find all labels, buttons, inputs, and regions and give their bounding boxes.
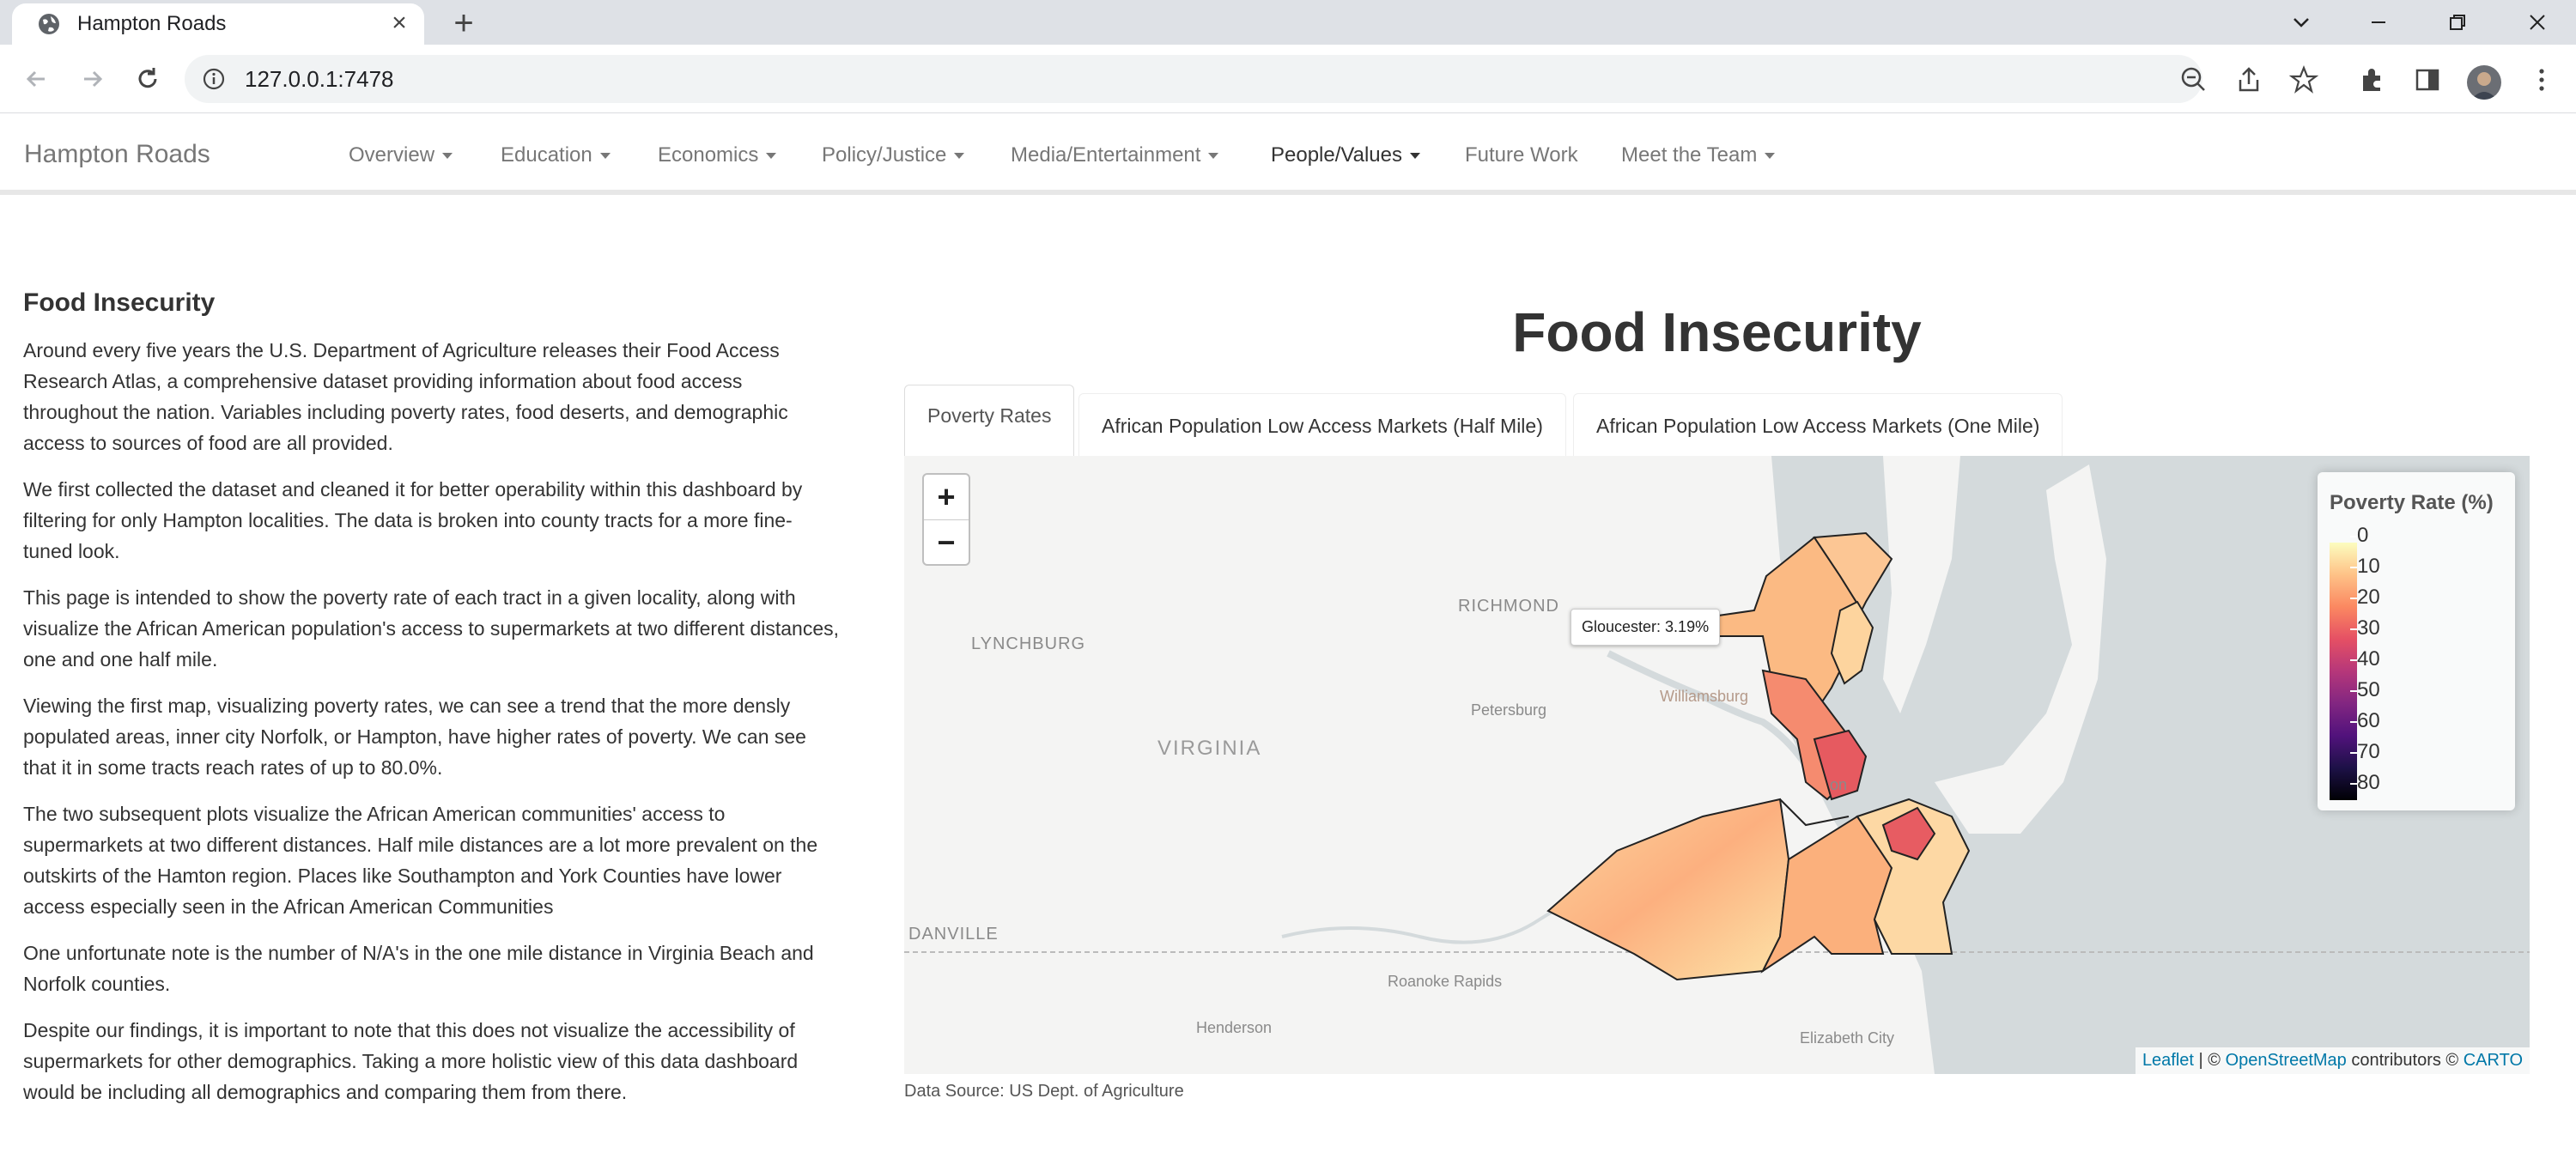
- caret-down-icon: [1410, 153, 1420, 160]
- url-text: 127.0.0.1:7478: [245, 66, 394, 92]
- carto-link[interactable]: CARTO: [2464, 1051, 2523, 1070]
- share-icon[interactable]: [2233, 64, 2265, 96]
- legend-tick: 0: [2349, 524, 2369, 547]
- legend-tick: 80: [2350, 771, 2380, 794]
- tab-poverty-rates[interactable]: Poverty Rates: [904, 385, 1075, 457]
- label-roanoke-rapids: Roanoke Rapids: [1388, 973, 1503, 990]
- tab-half-mile[interactable]: African Population Low Access Markets (H…: [1078, 393, 1566, 457]
- app-navbar: Hampton Roads Overview Education Economi…: [0, 114, 2576, 195]
- label-lynchburg: LYNCHBURG: [971, 634, 1086, 653]
- legend-tick: 40: [2350, 647, 2380, 671]
- browser-tab[interactable]: Hampton Roads ×: [12, 3, 424, 45]
- window-close-icon[interactable]: [2520, 5, 2555, 39]
- caret-down-icon: [1765, 153, 1776, 160]
- leaflet-link[interactable]: Leaflet: [2142, 1051, 2194, 1070]
- section-heading: Food Insecurity: [23, 288, 216, 317]
- label-petersburg: Petersburg: [1471, 701, 1547, 719]
- map-basemap: [904, 456, 2530, 1074]
- new-tab-icon[interactable]: +: [447, 6, 481, 41]
- label-hampton: on: [1830, 776, 1848, 793]
- star-icon[interactable]: [2287, 64, 2320, 96]
- legend-title: Poverty Rate (%): [2330, 491, 2494, 514]
- nav-item-media-entertainment[interactable]: Media/Entertainment: [1011, 143, 1219, 167]
- chevron-down-icon[interactable]: [2284, 5, 2318, 39]
- label-elizabeth-city: Elizabeth City: [1800, 1029, 1895, 1047]
- address-bar: 127.0.0.1:7478: [0, 45, 2576, 113]
- nav-item-people-values[interactable]: People/Values: [1271, 143, 1420, 167]
- forward-arrow-icon[interactable]: [76, 62, 110, 96]
- nav-item-education[interactable]: Education: [501, 143, 611, 167]
- zoom-out-icon[interactable]: [2178, 64, 2210, 96]
- map-tooltip: Gloucester: 3.19%: [1571, 609, 1721, 646]
- label-danville: DANVILLE: [908, 925, 999, 944]
- back-arrow-icon[interactable]: [19, 62, 53, 96]
- nav-item-meet-the-team[interactable]: Meet the Team: [1621, 143, 1776, 167]
- caret-down-icon: [954, 153, 965, 160]
- label-williamsburg: Williamsburg: [1660, 688, 1749, 705]
- legend-tick: 60: [2350, 709, 2380, 732]
- side-panel-icon[interactable]: [2411, 64, 2444, 96]
- globe-icon: [39, 14, 59, 34]
- map-attribution: Leaflet | © OpenStreetMap contributors ©…: [2135, 1047, 2530, 1074]
- page-title: Food Insecurity: [1512, 301, 1922, 363]
- data-source-note: Data Source: US Dept. of Agriculture: [904, 1082, 1184, 1101]
- paragraph: This page is intended to show the povert…: [23, 586, 840, 671]
- menu-dots-icon[interactable]: [2525, 64, 2558, 96]
- osm-link[interactable]: OpenStreetMap: [2226, 1051, 2347, 1070]
- paragraph: We first collected the dataset and clean…: [23, 478, 803, 562]
- paragraph: The two subsequent plots visualize the A…: [23, 803, 818, 918]
- reload-icon[interactable]: [131, 62, 165, 96]
- label-richmond: RICHMOND: [1458, 597, 1559, 616]
- info-icon[interactable]: [202, 67, 226, 91]
- avatar[interactable]: [2467, 65, 2501, 100]
- caret-down-icon: [442, 153, 453, 160]
- url-input[interactable]: 127.0.0.1:7478: [185, 55, 2202, 103]
- paragraph: One unfortunate note is the number of N/…: [23, 942, 814, 995]
- zoom-control: + −: [922, 473, 970, 566]
- legend-tick: 50: [2350, 678, 2380, 701]
- legend-colorbar: [2330, 543, 2357, 800]
- caret-down-icon: [1208, 153, 1219, 160]
- nav-item-policy-justice[interactable]: Policy/Justice: [822, 143, 965, 167]
- legend-tick: 30: [2350, 616, 2380, 640]
- browser-tabstrip: Hampton Roads × +: [0, 0, 2576, 45]
- paragraph: Despite our findings, it is important to…: [23, 1019, 799, 1103]
- description-column: Food Insecurity Around every five years …: [23, 288, 839, 1123]
- legend-tick: 10: [2350, 555, 2380, 578]
- zoom-in-button[interactable]: +: [924, 475, 969, 520]
- nav-item-overview[interactable]: Overview: [349, 143, 453, 167]
- tab-title: Hampton Roads: [77, 12, 227, 35]
- tab-one-mile[interactable]: African Population Low Access Markets (O…: [1573, 393, 2063, 457]
- caret-down-icon: [599, 153, 611, 160]
- nav-item-economics[interactable]: Economics: [658, 143, 777, 167]
- zoom-out-button[interactable]: −: [924, 520, 969, 566]
- extensions-icon[interactable]: [2356, 64, 2389, 96]
- legend-tick: 70: [2350, 740, 2380, 763]
- caret-down-icon: [766, 153, 777, 160]
- legend-tick: 20: [2350, 586, 2380, 609]
- navbar-brand[interactable]: Hampton Roads: [24, 140, 210, 169]
- map-tabs: Poverty Rates African Population Low Acc…: [904, 385, 2530, 457]
- paragraph: Viewing the first map, visualizing pover…: [23, 695, 806, 779]
- minimize-icon[interactable]: [2361, 5, 2396, 39]
- label-henderson: Henderson: [1196, 1019, 1273, 1036]
- label-virginia: VIRGINIA: [1157, 737, 1262, 760]
- nav-item-future-work[interactable]: Future Work: [1465, 143, 1578, 167]
- restore-icon[interactable]: [2440, 5, 2475, 39]
- map-legend: Poverty Rate (%) 0 10 20 30 40 50 60 70 …: [2318, 472, 2515, 810]
- close-icon[interactable]: ×: [386, 10, 412, 37]
- poverty-map[interactable]: RICHMOND LYNCHBURG Petersburg VIRGINIA D…: [904, 456, 2530, 1074]
- paragraph: Around every five years the U.S. Departm…: [23, 339, 788, 454]
